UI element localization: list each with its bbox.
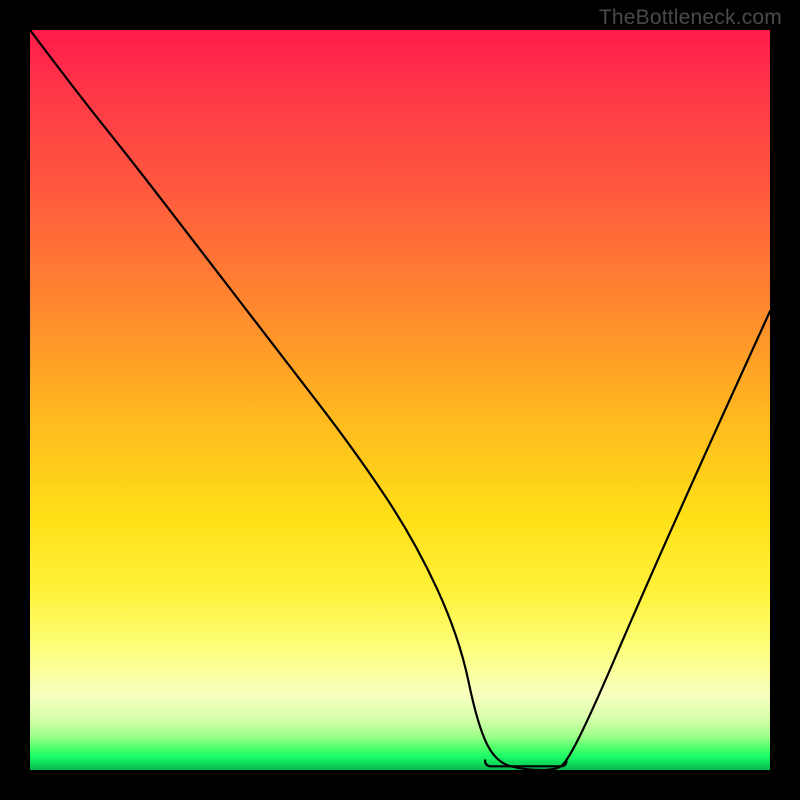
curve-layer [30,30,770,770]
plot-area [30,30,770,770]
bottleneck-curve [30,30,770,770]
optimal-region-marker [485,760,566,766]
chart-frame: TheBottleneck.com [0,0,800,800]
watermark-text: TheBottleneck.com [599,6,782,30]
